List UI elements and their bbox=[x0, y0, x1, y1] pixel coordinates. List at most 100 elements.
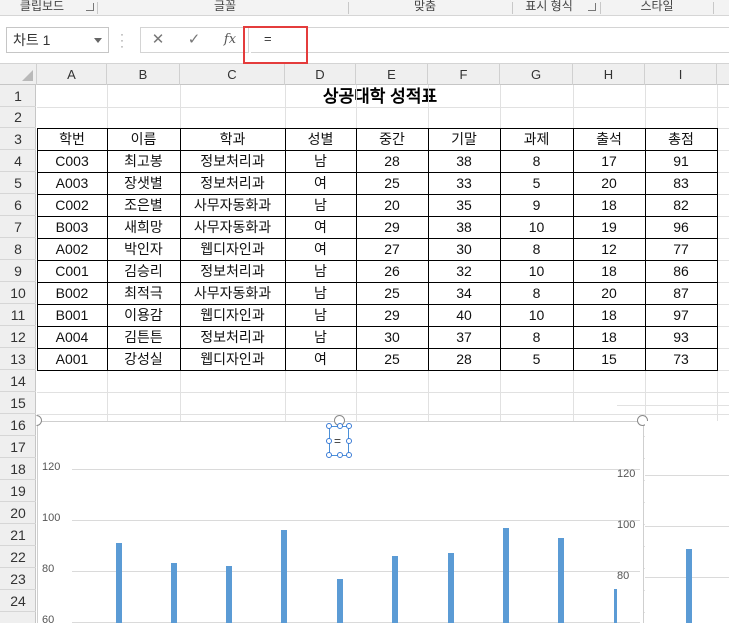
table-header-cell[interactable]: 과제 bbox=[500, 128, 573, 150]
table-cell[interactable]: 25 bbox=[356, 172, 428, 194]
table-header-cell[interactable]: 학과 bbox=[180, 128, 285, 150]
sheet-title[interactable]: 상공대학 성적표 bbox=[37, 85, 729, 107]
chart-bar[interactable] bbox=[226, 565, 232, 623]
table-cell[interactable]: 37 bbox=[428, 326, 500, 348]
insert-function-icon[interactable]: fx bbox=[215, 28, 245, 54]
table-cell[interactable]: 40 bbox=[428, 304, 500, 326]
table-header-cell[interactable]: 중간 bbox=[356, 128, 428, 150]
table-header-cell[interactable]: 성별 bbox=[285, 128, 356, 150]
number-launcher-icon[interactable] bbox=[588, 3, 596, 11]
column-header-g[interactable]: G bbox=[500, 64, 573, 85]
chart-bar[interactable] bbox=[392, 555, 398, 623]
table-cell[interactable]: 웹디자인과 bbox=[180, 348, 285, 370]
table-cell[interactable]: 8 bbox=[500, 326, 573, 348]
table-cell[interactable]: 이용감 bbox=[107, 304, 180, 326]
select-all-corner[interactable] bbox=[0, 64, 37, 85]
table-cell[interactable]: 10 bbox=[500, 260, 573, 282]
table-cell[interactable]: C002 bbox=[37, 194, 107, 216]
chart-bar[interactable] bbox=[614, 588, 617, 623]
table-cell[interactable]: 새희망 bbox=[107, 216, 180, 238]
table-cell[interactable]: 여 bbox=[285, 172, 356, 194]
table-cell[interactable]: 29 bbox=[356, 304, 428, 326]
table-cell[interactable]: 34 bbox=[428, 282, 500, 304]
row-header-7[interactable]: 7 bbox=[0, 216, 36, 238]
cancel-icon[interactable]: ✕ bbox=[143, 28, 173, 54]
table-cell[interactable]: 28 bbox=[428, 348, 500, 370]
chart-bar[interactable] bbox=[686, 548, 692, 623]
row-header-10[interactable]: 10 bbox=[0, 282, 36, 304]
row-header-4[interactable]: 4 bbox=[0, 150, 36, 172]
table-cell[interactable]: B001 bbox=[37, 304, 107, 326]
table-cell[interactable]: 38 bbox=[428, 150, 500, 172]
table-cell[interactable]: 28 bbox=[356, 150, 428, 172]
column-header-d[interactable]: D bbox=[285, 64, 356, 85]
table-cell[interactable]: 웹디자인과 bbox=[180, 304, 285, 326]
table-cell[interactable]: 15 bbox=[573, 348, 645, 370]
table-cell[interactable]: 96 bbox=[645, 216, 717, 238]
table-cell[interactable]: B002 bbox=[37, 282, 107, 304]
chart-bar[interactable] bbox=[116, 542, 122, 623]
table-cell[interactable]: 18 bbox=[573, 194, 645, 216]
table-cell[interactable]: 25 bbox=[356, 348, 428, 370]
table-cell[interactable]: 77 bbox=[645, 238, 717, 260]
table-cell[interactable]: 17 bbox=[573, 150, 645, 172]
table-cell[interactable]: 정보처리과 bbox=[180, 172, 285, 194]
row-header-19[interactable]: 19 bbox=[0, 480, 36, 502]
table-cell[interactable]: 10 bbox=[500, 304, 573, 326]
table-cell[interactable]: 남 bbox=[285, 304, 356, 326]
row-header-16[interactable]: 16 bbox=[0, 414, 36, 436]
table-cell[interactable]: 남 bbox=[285, 326, 356, 348]
row-header-20[interactable]: 20 bbox=[0, 502, 36, 524]
table-cell[interactable]: 최적극 bbox=[107, 282, 180, 304]
table-cell[interactable]: 정보처리과 bbox=[180, 260, 285, 282]
title-resize-handle[interactable] bbox=[346, 438, 352, 444]
title-resize-handle[interactable] bbox=[337, 452, 343, 458]
table-cell[interactable]: 8 bbox=[500, 282, 573, 304]
row-header-11[interactable]: 11 bbox=[0, 304, 36, 326]
row-header-8[interactable]: 8 bbox=[0, 238, 36, 260]
row-header-17[interactable]: 17 bbox=[0, 436, 36, 458]
table-cell[interactable]: 18 bbox=[573, 260, 645, 282]
clipboard-launcher-icon[interactable] bbox=[86, 3, 94, 11]
column-header-f[interactable]: F bbox=[428, 64, 500, 85]
table-cell[interactable]: 30 bbox=[428, 238, 500, 260]
table-cell[interactable]: A001 bbox=[37, 348, 107, 370]
table-cell[interactable]: 20 bbox=[573, 282, 645, 304]
title-resize-handle[interactable] bbox=[346, 423, 352, 429]
row-header-6[interactable]: 6 bbox=[0, 194, 36, 216]
table-cell[interactable]: A004 bbox=[37, 326, 107, 348]
row-header-18[interactable]: 18 bbox=[0, 458, 36, 480]
table-cell[interactable]: A002 bbox=[37, 238, 107, 260]
table-cell[interactable]: C001 bbox=[37, 260, 107, 282]
table-cell[interactable]: 20 bbox=[356, 194, 428, 216]
row-header-1[interactable]: 1 bbox=[0, 85, 36, 107]
table-cell[interactable]: 73 bbox=[645, 348, 717, 370]
table-cell[interactable]: 93 bbox=[645, 326, 717, 348]
row-header-3[interactable]: 3 bbox=[0, 128, 36, 150]
title-resize-handle[interactable] bbox=[337, 423, 343, 429]
column-header-c[interactable]: C bbox=[180, 64, 285, 85]
table-cell[interactable]: 20 bbox=[573, 172, 645, 194]
table-cell[interactable]: 김승리 bbox=[107, 260, 180, 282]
table-cell[interactable]: 정보처리과 bbox=[180, 150, 285, 172]
chevron-down-icon[interactable] bbox=[94, 38, 102, 43]
table-cell[interactable]: 8 bbox=[500, 150, 573, 172]
chart-bar[interactable] bbox=[503, 527, 509, 623]
table-cell[interactable]: 웹디자인과 bbox=[180, 238, 285, 260]
table-cell[interactable]: 10 bbox=[500, 216, 573, 238]
table-cell[interactable]: 남 bbox=[285, 282, 356, 304]
table-cell[interactable]: 25 bbox=[356, 282, 428, 304]
table-cell[interactable]: B003 bbox=[37, 216, 107, 238]
table-cell[interactable]: 사무자동화과 bbox=[180, 194, 285, 216]
table-cell[interactable]: 남 bbox=[285, 194, 356, 216]
table-cell[interactable]: 26 bbox=[356, 260, 428, 282]
formula-input[interactable]: = bbox=[251, 27, 729, 53]
table-cell[interactable]: 83 bbox=[645, 172, 717, 194]
table-cell[interactable]: 18 bbox=[573, 326, 645, 348]
row-header-12[interactable]: 12 bbox=[0, 326, 36, 348]
table-cell[interactable]: 조은별 bbox=[107, 194, 180, 216]
chart-bar[interactable] bbox=[281, 530, 287, 623]
title-resize-handle[interactable] bbox=[346, 452, 352, 458]
table-cell[interactable]: 32 bbox=[428, 260, 500, 282]
row-header-23[interactable]: 23 bbox=[0, 568, 36, 590]
